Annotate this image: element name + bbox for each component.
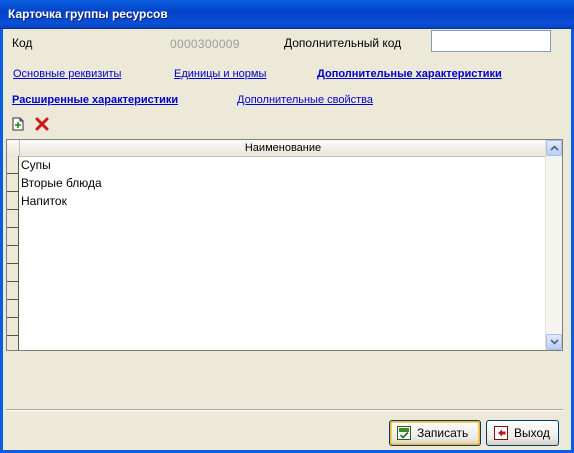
save-button[interactable]: Записать: [389, 420, 481, 446]
scroll-down-button[interactable]: [546, 334, 562, 350]
footer-divider: [6, 409, 563, 411]
table-row[interactable]: Супы: [21, 157, 51, 174]
tab-additional-characteristics[interactable]: Дополнительные характеристики: [317, 68, 502, 80]
tab-main-details[interactable]: Основные реквизиты: [13, 68, 121, 80]
column-header-name[interactable]: Наименование: [19, 140, 546, 156]
scroll-up-button[interactable]: [546, 140, 562, 156]
code-label: Код: [12, 36, 33, 50]
row-selector[interactable]: [7, 156, 18, 174]
extra-code-input[interactable]: [431, 30, 551, 52]
row-selector[interactable]: [7, 174, 18, 192]
table-row[interactable]: Напиток: [21, 193, 67, 210]
exit-button[interactable]: Выход: [486, 420, 559, 446]
add-row-icon: [12, 117, 24, 131]
row-selector[interactable]: [7, 192, 18, 210]
row-selector[interactable]: [7, 336, 18, 350]
exit-button-label: Выход: [514, 426, 550, 440]
row-selector[interactable]: [7, 300, 18, 318]
chevron-down-icon: [549, 339, 559, 345]
row-selector[interactable]: [7, 210, 18, 228]
code-value: 0000300009: [170, 37, 240, 51]
add-row-button[interactable]: [9, 115, 27, 133]
table-header: Наименование: [7, 140, 546, 157]
row-selector-column: [7, 156, 19, 350]
row-selector[interactable]: [7, 282, 18, 300]
tab-extended-characteristics[interactable]: Расширенные характеристики: [12, 94, 178, 106]
save-button-label: Записать: [417, 426, 469, 440]
row-selector[interactable]: [7, 228, 18, 246]
title-bar: Карточка группы ресурсов: [0, 0, 574, 29]
extra-code-label: Дополнительный код: [284, 36, 402, 50]
table-row[interactable]: Вторые блюда: [21, 175, 102, 192]
tab-additional-properties[interactable]: Дополнительные свойства: [237, 94, 373, 106]
row-selector[interactable]: [7, 264, 18, 282]
chevron-up-icon: [549, 145, 559, 151]
exit-icon: [493, 425, 509, 441]
vertical-scrollbar[interactable]: [545, 140, 562, 350]
row-selector[interactable]: [7, 318, 18, 336]
tab-units-norms[interactable]: Единицы и нормы: [174, 68, 266, 80]
delete-row-button[interactable]: [33, 115, 51, 133]
resource-group-table[interactable]: Наименование Супы Вторые блюда Напиток: [6, 139, 563, 351]
save-icon: [396, 425, 412, 441]
window-title: Карточка группы ресурсов: [8, 7, 168, 21]
delete-row-icon: [35, 117, 49, 131]
row-selector[interactable]: [7, 246, 18, 264]
